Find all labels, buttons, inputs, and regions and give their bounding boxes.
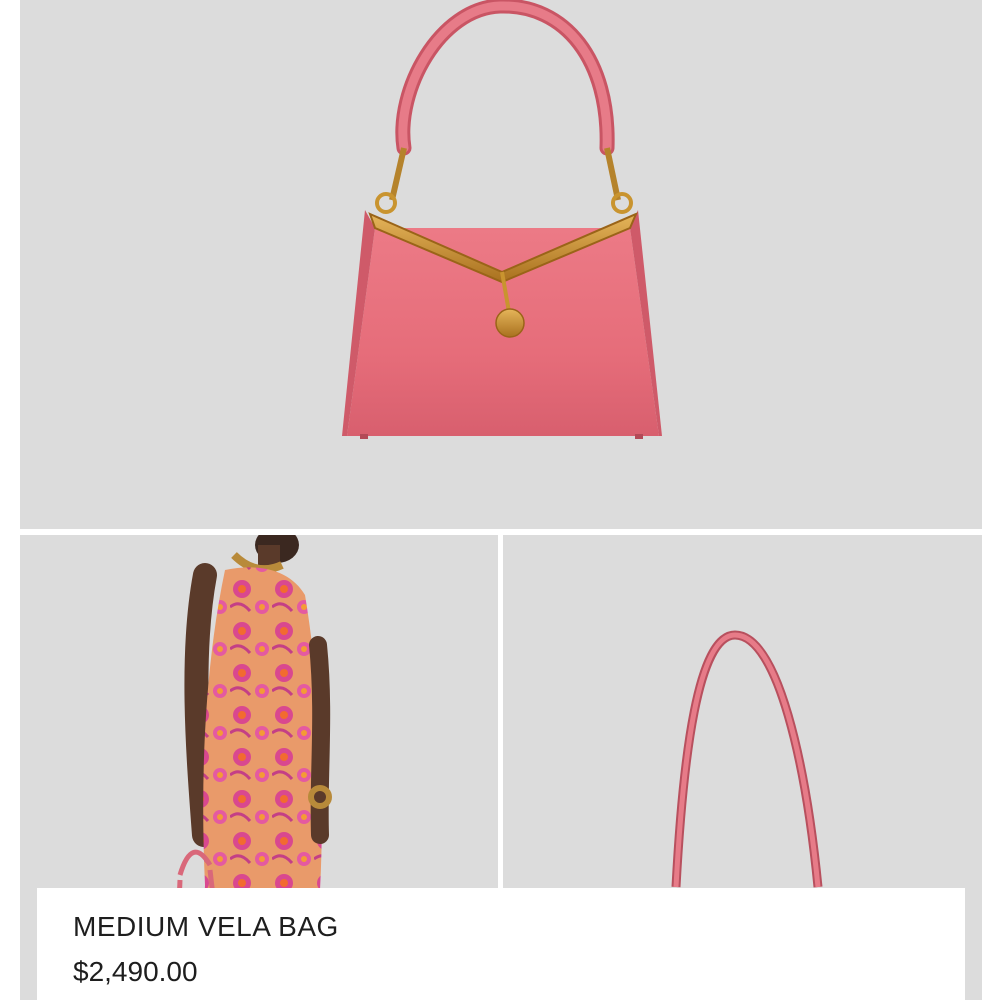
product-info-card: MEDIUM VELA BAG $2,490.00 <box>37 888 965 1000</box>
bag-illustration <box>342 0 662 439</box>
product-price: $2,490.00 <box>73 956 198 987</box>
product-main-image[interactable] <box>20 0 982 529</box>
product-name: MEDIUM VELA BAG <box>73 911 339 942</box>
